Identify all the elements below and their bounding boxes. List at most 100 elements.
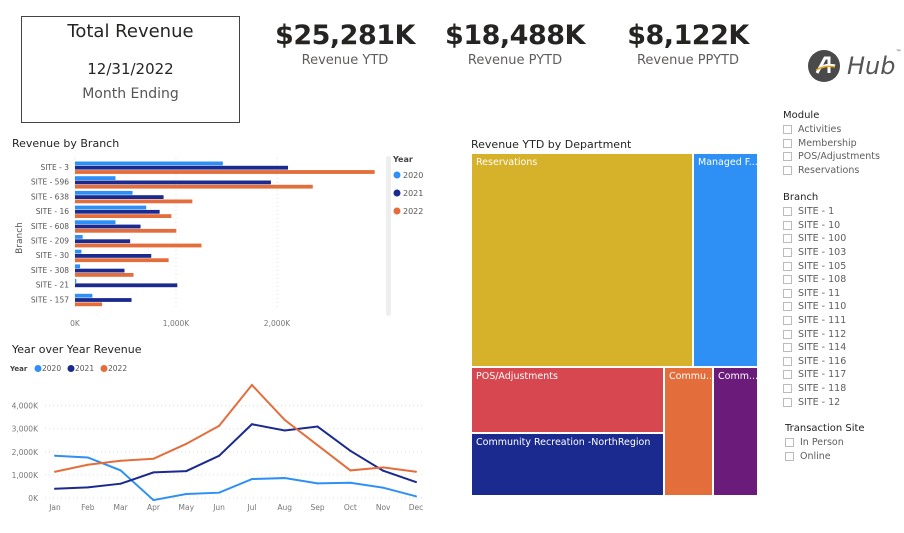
checkbox[interactable] xyxy=(783,288,792,298)
point-2021 xyxy=(316,425,319,428)
treemap-community-1[interactable]: Commu... xyxy=(664,367,713,496)
checkbox[interactable] xyxy=(783,275,792,285)
point-2022 xyxy=(86,463,89,466)
checkbox[interactable] xyxy=(783,316,792,326)
slicer-option[interactable]: SITE - 111 xyxy=(783,314,846,328)
slicer-option[interactable]: SITE - 110 xyxy=(783,300,846,314)
option-label: SITE - 112 xyxy=(798,328,847,340)
option-label: SITE - 114 xyxy=(798,342,847,354)
x-tick-label: Aug xyxy=(277,503,292,512)
slicer-title: Module xyxy=(783,110,820,121)
option-label: Online xyxy=(800,450,831,462)
checkbox[interactable] xyxy=(783,356,792,366)
x-tick-label: 0K xyxy=(70,319,81,328)
card-title: Total Revenue xyxy=(67,21,194,42)
category-label: SITE - 596 xyxy=(31,178,69,187)
slicer-option[interactable]: In Person xyxy=(785,436,865,450)
option-label: SITE - 11 xyxy=(798,287,841,299)
treemap-reservations[interactable]: Reservations xyxy=(471,153,693,367)
legend-marker xyxy=(393,171,401,179)
module-slicer: Module Activities Membership POS/Adjustment… xyxy=(783,110,880,177)
kpi-revenue-ppytd: $8,122K Revenue PPYTD xyxy=(603,20,773,68)
checkbox[interactable] xyxy=(783,261,792,271)
treemap-managed-facilities[interactable]: Managed F... xyxy=(693,153,758,367)
option-label: In Person xyxy=(800,437,844,449)
point-2022 xyxy=(349,469,352,472)
x-tick-label: 2,000K xyxy=(264,319,291,328)
slicer-option[interactable]: SITE - 118 xyxy=(783,382,846,396)
point-2021 xyxy=(218,454,221,457)
slicer-option[interactable]: SITE - 116 xyxy=(783,355,846,369)
slicer-option[interactable]: Reservations xyxy=(783,164,880,178)
checkbox[interactable] xyxy=(783,302,792,312)
kpi-value: $18,488K xyxy=(445,20,585,51)
bar-2021 xyxy=(75,180,271,185)
option-label: Membership xyxy=(798,137,857,149)
slicer-option[interactable]: SITE - 11 xyxy=(783,287,846,301)
slicer-option[interactable]: SITE - 112 xyxy=(783,327,846,341)
treemap-community-recreation-northregion[interactable]: Community Recreation -NorthRegion xyxy=(471,433,664,496)
checkbox[interactable] xyxy=(783,207,792,217)
category-label: SITE - 3 xyxy=(40,163,69,172)
slicer-option[interactable]: SITE - 10 xyxy=(783,219,846,233)
slicer-option[interactable]: SITE - 114 xyxy=(783,341,846,355)
slicer-title: Transaction Site xyxy=(785,423,865,434)
kpi-label: Revenue PPYTD xyxy=(636,53,740,68)
checkbox[interactable] xyxy=(783,384,792,394)
bar-2022 xyxy=(75,214,172,218)
point-2021 xyxy=(185,470,188,473)
slicer-option[interactable]: SITE - 105 xyxy=(783,259,846,273)
checkbox[interactable] xyxy=(783,125,792,135)
legend-scrollbar[interactable] xyxy=(386,156,391,316)
point-2021 xyxy=(119,482,122,485)
point-2022 xyxy=(250,383,253,386)
point-2021 xyxy=(349,449,352,452)
checkbox[interactable] xyxy=(783,138,792,148)
option-label: SITE - 110 xyxy=(798,301,847,313)
slicer-option[interactable]: Membership xyxy=(783,137,880,151)
checkbox[interactable] xyxy=(783,343,792,353)
slicer-option[interactable]: Activities xyxy=(783,123,880,137)
checkbox[interactable] xyxy=(783,152,792,162)
checkbox[interactable] xyxy=(783,248,792,258)
slicer-option[interactable]: SITE - 108 xyxy=(783,273,846,287)
point-2020 xyxy=(415,495,417,498)
revenue-by-branch-chart: 0K 1,000K 2,000K Branch SITE - 3 SITE - 596 SI… xyxy=(15,155,423,328)
y-tick-label: 0K xyxy=(28,494,39,503)
point-2021 xyxy=(415,481,417,484)
option-label: Reservations xyxy=(798,165,860,177)
checkbox[interactable] xyxy=(785,451,794,461)
slicer-option[interactable]: SITE - 117 xyxy=(783,368,846,382)
slicer-option[interactable]: SITE - 100 xyxy=(783,232,846,246)
x-tick-label: Jan xyxy=(48,503,61,512)
bar-2020 xyxy=(75,161,223,166)
checkbox[interactable] xyxy=(785,438,794,448)
bar-2021 xyxy=(75,268,125,273)
bar-2022 xyxy=(75,273,134,277)
bar-2022 xyxy=(75,199,193,204)
bar-2020 xyxy=(75,205,147,210)
treemap-community-2[interactable]: Comm... xyxy=(713,367,758,496)
point-2020 xyxy=(119,469,122,472)
bar-2020 xyxy=(75,279,77,283)
kpi-label: Revenue PYTD xyxy=(467,53,563,68)
point-2020 xyxy=(316,482,319,485)
slicer-option[interactable]: POS/Adjustments xyxy=(783,150,880,164)
checkbox[interactable] xyxy=(783,329,792,339)
slicer-option[interactable]: SITE - 12 xyxy=(783,395,846,409)
checkbox[interactable] xyxy=(783,370,792,380)
bar-2022 xyxy=(75,184,313,189)
treemap-pos-adjustments[interactable]: POS/Adjustments xyxy=(471,367,664,433)
slicer-option[interactable]: SITE - 103 xyxy=(783,246,846,260)
bar-2020 xyxy=(75,293,93,298)
checkbox[interactable] xyxy=(783,166,792,176)
checkbox[interactable] xyxy=(783,397,792,407)
slicer-option[interactable]: SITE - 1 xyxy=(783,205,846,219)
point-2020 xyxy=(54,454,56,457)
option-label: SITE - 117 xyxy=(798,369,847,381)
bar-2021 xyxy=(75,209,160,214)
slicer-option[interactable]: Online xyxy=(785,450,865,464)
checkbox[interactable] xyxy=(783,220,792,230)
x-tick-label: Sep xyxy=(310,503,324,512)
checkbox[interactable] xyxy=(783,234,792,244)
